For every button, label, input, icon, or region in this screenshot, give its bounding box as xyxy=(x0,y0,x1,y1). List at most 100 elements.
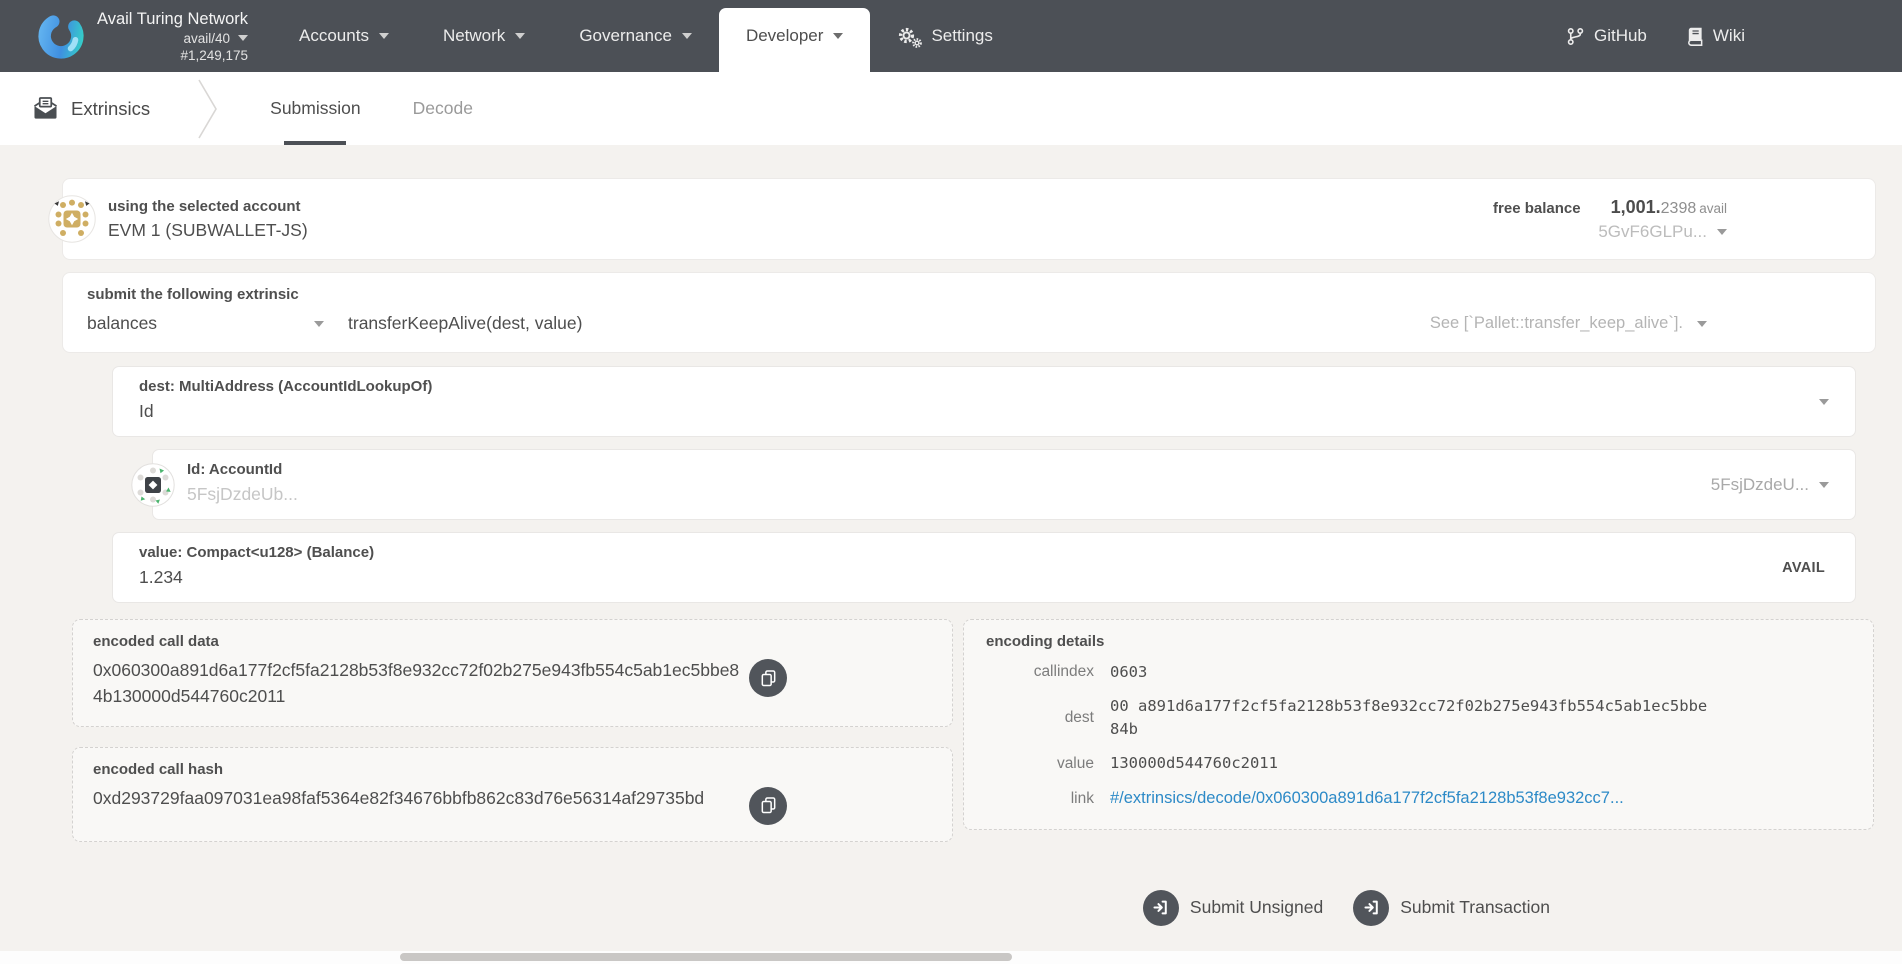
encoded-call-data-value: 0x060300a891d6a177f2cf5fa2128b53f8e932cc… xyxy=(93,657,743,710)
method-doc-text: See [`Pallet::transfer_keep_alive`]. xyxy=(1430,314,1683,333)
method-select[interactable]: transferKeepAlive(dest, value) See [`Pal… xyxy=(348,313,1707,334)
encoded-section: encoded call data 0x060300a891d6a177f2cf… xyxy=(72,619,1902,842)
chain-spec: avail/40 xyxy=(183,31,230,46)
value-param-label: value: Compact<u128> (Balance) xyxy=(139,544,1829,561)
chevron-down-icon xyxy=(238,35,248,41)
encoded-call-hash-box: encoded call hash 0xd293729faa097031ea98… xyxy=(72,747,953,842)
chevron-down-icon xyxy=(1819,399,1829,405)
submit-transaction-label: Submit Transaction xyxy=(1400,897,1550,918)
copy-call-hash-button[interactable] xyxy=(749,787,787,825)
decode-link[interactable]: #/extrinsics/decode/0x060300a891d6a177f2… xyxy=(1110,787,1710,811)
balance-unit: avail xyxy=(1699,201,1727,216)
chevron-down-icon xyxy=(682,33,692,39)
dest-param-label: dest: MultiAddress (AccountIdLookupOf) xyxy=(139,378,1829,395)
pallet-select[interactable]: balances xyxy=(87,313,324,334)
nav-developer-label: Developer xyxy=(746,26,824,46)
free-balance-value: 1,001.2398avail xyxy=(1611,197,1727,218)
nav-network-label: Network xyxy=(443,26,505,46)
code-branch-icon xyxy=(1566,27,1585,46)
encoded-call-hash-label: encoded call hash xyxy=(93,761,932,778)
balance-decimals: 2398 xyxy=(1661,200,1697,217)
detail-value-value: 130000d544760c2011 xyxy=(1110,752,1710,774)
free-balance-label: free balance xyxy=(1493,200,1581,217)
nav-accounts-label: Accounts xyxy=(299,26,369,46)
best-block-number: #1,249,175 xyxy=(180,48,248,63)
encoding-details-title: encoding details xyxy=(986,633,1851,650)
nav-network[interactable]: Network xyxy=(416,0,552,72)
chevron-down-icon xyxy=(833,33,843,39)
detail-key-value: value xyxy=(986,755,1094,773)
external-links: GitHub Wiki xyxy=(1566,26,1745,46)
chevron-down-icon xyxy=(1819,482,1829,488)
encoded-call-data-box: encoded call data 0x060300a891d6a177f2cf… xyxy=(72,619,953,727)
encoded-call-data-label: encoded call data xyxy=(93,633,932,650)
chevron-down-icon xyxy=(379,33,389,39)
accountid-param-label: Id: AccountId xyxy=(187,461,1829,478)
value-unit-label: AVAIL xyxy=(1782,560,1825,576)
account-address-truncated: 5GvF6GLPu... xyxy=(1598,222,1707,242)
account-identicon[interactable] xyxy=(48,195,96,243)
accountid-input[interactable] xyxy=(187,484,1090,505)
github-label: GitHub xyxy=(1594,26,1647,46)
app-root: Avail Turing Network avail/40 #1,249,175… xyxy=(0,0,1902,926)
detail-key-callindex: callindex xyxy=(986,663,1094,681)
encoded-call-hash-value: 0xd293729faa097031ea98faf5364e82f34676bb… xyxy=(93,785,743,811)
brand-text: Avail Turing Network avail/40 #1,249,175 xyxy=(97,9,248,63)
nav-settings[interactable]: Settings xyxy=(870,0,1019,72)
page-subheader: Extrinsics Submission Decode xyxy=(0,72,1902,145)
nav-settings-label: Settings xyxy=(931,26,992,46)
extrinsic-card: submit the following extrinsic balances … xyxy=(62,272,1876,353)
encoding-details-grid: callindex 0603 dest 00 a891d6a177f2cf5fa… xyxy=(986,661,1851,811)
detail-key-link: link xyxy=(986,790,1094,808)
wiki-link[interactable]: Wiki xyxy=(1687,26,1745,46)
wiki-label: Wiki xyxy=(1713,26,1745,46)
free-balance-row: free balance 1,001.2398avail xyxy=(1493,197,1727,218)
account-card: using the selected account EVM 1 (SUBWAL… xyxy=(62,178,1876,260)
selected-account-name: EVM 1 (SUBWALLET-JS) xyxy=(108,220,308,241)
extrinsic-section-label: submit the following extrinsic xyxy=(87,286,1875,303)
detail-value-callindex: 0603 xyxy=(1110,661,1710,683)
nav-accounts[interactable]: Accounts xyxy=(272,0,416,72)
top-navigation-bar: Avail Turing Network avail/40 #1,249,175… xyxy=(0,0,1902,72)
nav-governance-label: Governance xyxy=(579,26,672,46)
encoding-details-box: encoding details callindex 0603 dest 00 … xyxy=(963,619,1874,830)
value-param-box: value: Compact<u128> (Balance) AVAIL xyxy=(112,532,1856,603)
copy-call-data-button[interactable] xyxy=(749,659,787,697)
horizontal-scrollbar[interactable] xyxy=(0,951,1902,964)
accountid-param-box: Id: AccountId 5FsjDzdeU... xyxy=(152,449,1856,520)
account-address-selector[interactable]: 5GvF6GLPu... xyxy=(1598,222,1727,242)
network-name: Avail Turing Network xyxy=(97,9,248,30)
dest-param-select[interactable]: dest: MultiAddress (AccountIdLookupOf) I… xyxy=(112,366,1856,437)
accountid-address-selector[interactable]: 5FsjDzdeU... xyxy=(1711,475,1829,495)
main-nav: Accounts Network Governance Developer xyxy=(272,0,1020,72)
detail-key-dest: dest xyxy=(986,709,1094,727)
encoded-call-hash-row: 0xd293729faa097031ea98faf5364e82f34676bb… xyxy=(93,785,932,825)
main-content: using the selected account EVM 1 (SUBWAL… xyxy=(0,145,1902,926)
submit-unsigned-button[interactable]: Submit Unsigned xyxy=(1143,890,1323,926)
chain-spec-selector[interactable]: avail/40 xyxy=(183,31,248,46)
github-link[interactable]: GitHub xyxy=(1566,26,1647,46)
page-title: Extrinsics xyxy=(71,98,150,120)
tab-decode[interactable]: Decode xyxy=(387,72,499,145)
value-input[interactable] xyxy=(139,567,1069,588)
book-icon xyxy=(1687,27,1704,46)
breadcrumb-chevron-icon xyxy=(196,78,220,140)
encoded-call-data-row: 0x060300a891d6a177f2cf5fa2128b53f8e932cc… xyxy=(93,657,932,710)
pallet-select-value: balances xyxy=(87,313,157,334)
sign-in-icon xyxy=(1353,890,1389,926)
accountid-address-truncated: 5FsjDzdeU... xyxy=(1711,475,1809,495)
method-select-value: transferKeepAlive(dest, value) xyxy=(348,313,582,334)
balance-integer: 1,001. xyxy=(1611,197,1661,217)
address-identicon[interactable] xyxy=(131,463,175,507)
encoded-outputs-column: encoded call data 0x060300a891d6a177f2cf… xyxy=(72,619,953,842)
tab-submission[interactable]: Submission xyxy=(244,72,386,145)
nav-developer[interactable]: Developer xyxy=(719,8,871,72)
submit-transaction-button[interactable]: Submit Transaction xyxy=(1353,890,1550,926)
account-selector[interactable]: using the selected account EVM 1 (SUBWAL… xyxy=(108,198,308,241)
horizontal-scrollbar-thumb[interactable] xyxy=(400,953,1012,961)
nav-governance[interactable]: Governance xyxy=(552,0,719,72)
chevron-down-icon xyxy=(314,321,324,327)
brand: Avail Turing Network avail/40 #1,249,175 xyxy=(36,9,248,63)
avail-logo-icon[interactable] xyxy=(36,11,86,61)
account-balance-block: free balance 1,001.2398avail 5GvF6GLPu..… xyxy=(1493,197,1727,242)
